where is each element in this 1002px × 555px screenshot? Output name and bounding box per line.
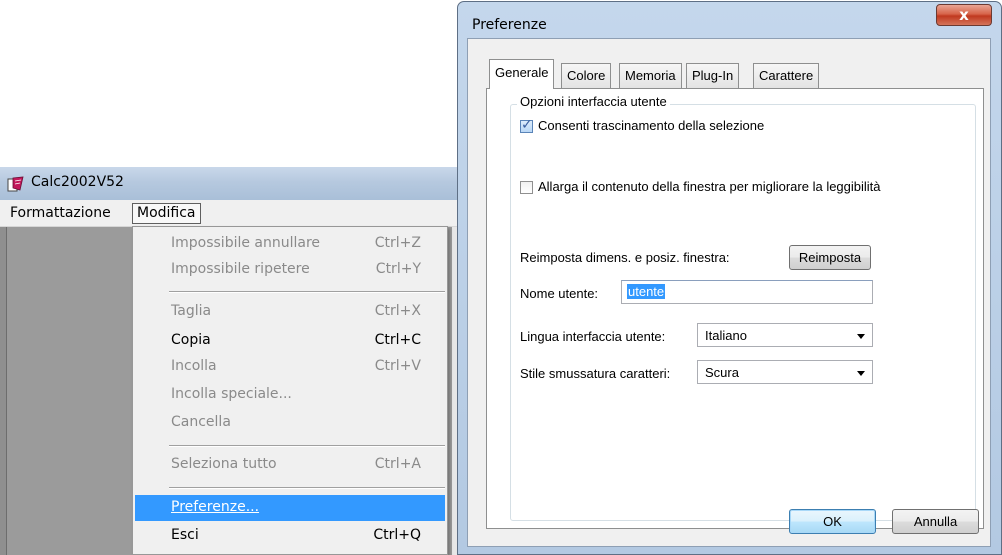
tab-carattere[interactable]: Carattere bbox=[753, 63, 820, 88]
chevron-down-icon bbox=[857, 334, 865, 339]
preferences-dialog: Preferenze x Generale Colore Memoria Plu… bbox=[457, 1, 1002, 555]
menu-item-label: Taglia bbox=[171, 303, 212, 319]
tab-label: Carattere bbox=[759, 68, 814, 83]
menu-item-label: Preferenze... bbox=[171, 499, 260, 515]
tab-memoria[interactable]: Memoria bbox=[619, 63, 682, 88]
dialog-title: Preferenze bbox=[472, 17, 547, 33]
menu-item-label: Impossibile annullare bbox=[171, 235, 321, 251]
dialog-body: Generale Colore Memoria Plug-In Caratter… bbox=[467, 38, 991, 547]
menu-item-label: Incolla speciale... bbox=[171, 386, 292, 402]
smoothing-label: Stile smussatura caratteri: bbox=[520, 366, 671, 381]
cancel-button-label: Annulla bbox=[913, 514, 958, 529]
menu-item-incolla-speciale[interactable]: Incolla speciale... bbox=[135, 382, 445, 408]
cancel-button[interactable]: Annulla bbox=[892, 509, 979, 534]
menu-separator bbox=[169, 445, 445, 447]
menu-item-preferenze[interactable]: Preferenze... bbox=[135, 495, 445, 521]
app-title: Calc2002V52 bbox=[31, 174, 124, 190]
tab-label: Generale bbox=[495, 65, 549, 80]
menu-item-shortcut: Ctrl+Q bbox=[373, 527, 421, 543]
tab-label: Colore bbox=[567, 68, 606, 83]
checkbox-enlarge-label: Allarga il contenuto della finestra per … bbox=[538, 179, 881, 194]
app-menubar: Formattazione Modifica bbox=[0, 200, 458, 227]
menu-item-copia[interactable]: Copia Ctrl+C bbox=[135, 328, 445, 354]
checkbox-drag-label: Consenti trascinamento della selezione bbox=[538, 118, 765, 133]
username-label: Nome utente: bbox=[520, 286, 599, 301]
menu-item-seleziona-tutto[interactable]: Seleziona tutto Ctrl+A bbox=[135, 452, 445, 478]
menu-item-taglia[interactable]: Taglia Ctrl+X bbox=[135, 299, 445, 325]
tab-panel-generale: Opzioni interfaccia utente Consenti tras… bbox=[486, 88, 984, 529]
smoothing-select[interactable]: Scura bbox=[697, 360, 873, 384]
menu-separator bbox=[169, 487, 445, 489]
language-value: Italiano bbox=[705, 328, 747, 343]
menu-modifica[interactable]: Modifica bbox=[132, 203, 201, 224]
menu-item-annulla[interactable]: Impossibile annullare Ctrl+Z bbox=[135, 231, 445, 257]
menu-item-shortcut: Ctrl+X bbox=[374, 303, 421, 319]
menu-item-shortcut: Ctrl+Z bbox=[374, 235, 421, 251]
menu-item-cancella[interactable]: Cancella bbox=[135, 410, 445, 436]
menu-item-ripeti[interactable]: Impossibile ripetere Ctrl+Y bbox=[135, 257, 445, 283]
tab-plug-in[interactable]: Plug-In bbox=[686, 63, 740, 88]
menu-item-shortcut: Ctrl+V bbox=[374, 358, 421, 374]
username-value: utente bbox=[627, 284, 666, 299]
close-icon: x bbox=[959, 6, 969, 24]
menu-formattazione[interactable]: Formattazione bbox=[6, 203, 115, 224]
menu-item-shortcut: Ctrl+A bbox=[374, 456, 421, 472]
reset-button-label: Reimposta bbox=[798, 250, 862, 265]
menu-item-esci[interactable]: Esci Ctrl+Q bbox=[135, 523, 445, 549]
menu-item-label: Copia bbox=[171, 332, 211, 348]
modifica-menu: Impossibile annullare Ctrl+Z Impossibile… bbox=[132, 226, 448, 555]
menu-item-incolla[interactable]: Incolla Ctrl+V bbox=[135, 354, 445, 380]
reset-button[interactable]: Reimposta bbox=[789, 245, 871, 270]
app-titlebar[interactable]: Calc2002V52 bbox=[0, 167, 458, 200]
menu-item-shortcut: Ctrl+Y bbox=[375, 261, 421, 277]
language-label: Lingua interfaccia utente: bbox=[520, 329, 666, 344]
menu-item-label: Esci bbox=[171, 527, 199, 543]
menu-item-label: Incolla bbox=[171, 358, 217, 374]
tab-colore[interactable]: Colore bbox=[561, 63, 612, 88]
group-title: Opzioni interfaccia utente bbox=[517, 94, 670, 109]
menu-item-label: Cancella bbox=[171, 414, 231, 430]
language-select[interactable]: Italiano bbox=[697, 323, 873, 347]
chevron-down-icon bbox=[857, 371, 865, 376]
checkbox-enlarge-content[interactable] bbox=[520, 181, 533, 194]
app-logo-icon bbox=[7, 176, 24, 192]
menu-item-label: Seleziona tutto bbox=[171, 456, 277, 472]
menu-item-label: Impossibile ripetere bbox=[171, 261, 310, 277]
checkbox-drag-selection[interactable] bbox=[520, 117, 533, 133]
tab-generale[interactable]: Generale bbox=[489, 59, 555, 89]
menu-item-shortcut: Ctrl+C bbox=[374, 332, 421, 348]
smoothing-value: Scura bbox=[705, 365, 739, 380]
ok-button[interactable]: OK bbox=[789, 509, 876, 534]
menu-separator bbox=[169, 291, 445, 293]
tab-label: Memoria bbox=[625, 68, 676, 83]
close-button[interactable]: x bbox=[936, 4, 992, 26]
ok-button-label: OK bbox=[823, 514, 842, 529]
tab-label: Plug-In bbox=[692, 68, 734, 83]
username-input[interactable]: utente bbox=[621, 280, 873, 304]
reset-window-label: Reimposta dimens. e posiz. finestra: bbox=[520, 250, 730, 265]
groupbox-interfaccia bbox=[510, 104, 976, 521]
